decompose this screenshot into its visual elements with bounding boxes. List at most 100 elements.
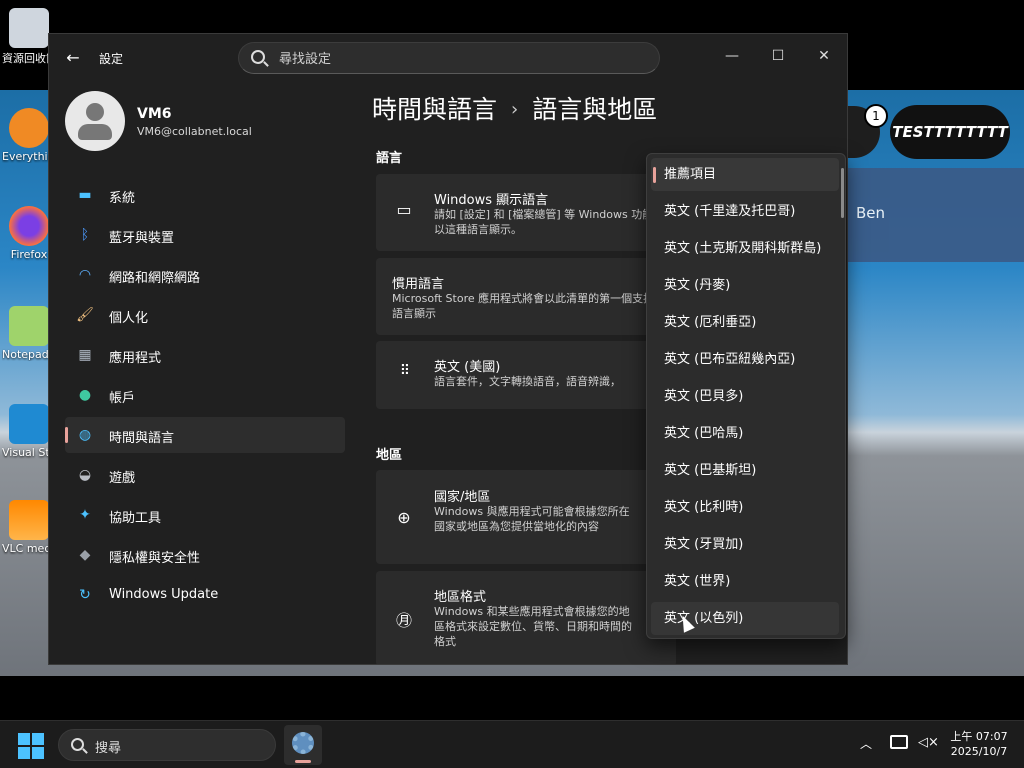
sidebar-item-1[interactable]: ᛒ 藍牙與裝置 [65,217,345,253]
country-region-desc: Windows 與應用程式可能會根據您所在國家或地區為您提供當地化的內容 [434,505,630,533]
running-indicator [295,760,311,763]
profile-email: VM6@collabnet.local [137,125,252,138]
settings-search[interactable] [238,42,660,74]
breadcrumb: 時間與語言 › 語言與地區 [372,90,657,126]
dropdown-option[interactable]: 英文 (丹麥) [651,269,839,302]
windows-logo-icon [18,733,30,745]
back-button[interactable]: ← [59,46,87,70]
gamepad-icon: ◒ [78,467,92,483]
update-icon: ↻ [79,587,91,603]
sidebar-item-label: 帳戶 [109,391,136,406]
sidebar-item-8[interactable]: ✦ 協助工具 [65,497,345,533]
sidebar-item-7[interactable]: ◒ 遊戲 [65,457,345,493]
recycle-bin-icon [9,8,49,48]
regional-format-desc: Windows 和某些應用程式會根據您的地區格式來設定數位、貨幣、日期和時間的格… [434,605,632,648]
breadcrumb-separator: › [511,99,519,120]
accessibility-icon: ✦ [79,507,91,523]
dropdown-scrollbar[interactable] [841,168,844,218]
ben-card[interactable]: Ben [846,168,1024,262]
preferred-languages-title: 慣用語言 [392,277,445,292]
clock-time: 上午 07:07 [950,730,1008,743]
drag-handle-icon[interactable]: ⠿ [394,363,414,379]
display-language-card[interactable]: ▭ Windows 顯示語言 請如 [設定] 和 [檔案總管] 等 Window… [376,174,676,251]
apps-icon: ▦ [78,347,92,363]
globe-icon: ⊕ [397,508,411,527]
avatar-head [86,103,104,121]
dropdown-option[interactable]: 英文 (土克斯及開科斯群島) [651,232,839,265]
sidebar-item-4[interactable]: ▦ 應用程式 [65,337,345,373]
everything-icon [9,108,49,148]
sidebar-item-label: 遊戲 [109,471,136,486]
dropdown-option[interactable]: 推薦項目 [651,158,839,191]
test-pill-label[interactable]: TESTTTTTTTT [890,105,1010,159]
sidebar-item-label: 系統 [109,191,136,206]
network-icon[interactable] [890,735,908,749]
regional-format-card[interactable]: ㊊ 地區格式 Windows 和某些應用程式會根據您的地區格式來設定數位、貨幣、… [376,571,676,664]
sidebar-nav: ▬ 系統 ᛒ 藍牙與裝置 ◠ 網路和網際網路 🖌 個人化 ▦ 應用程式 ● 帳戶 ◍ 時間與語言 ◒ 遊戲 ✦ 協… [65,177,345,617]
language-section-title: 語言 [376,151,403,166]
maximize-button[interactable]: ☐ [755,40,801,72]
sidebar-item-label: Windows Update [109,587,219,602]
language-english-us-title: 英文 (美國) [434,360,501,375]
gear-icon [292,732,314,754]
breadcrumb-parent[interactable]: 時間與語言 [372,95,497,124]
preferred-languages-desc: Microsoft Store 應用程式將會以此清單的第一個支援語言顯示 [392,292,655,320]
windows-logo-pane [18,747,30,759]
shield-icon: ◆ [79,547,91,563]
sidebar-item-2[interactable]: ◠ 網路和網際網路 [65,257,345,293]
taskbar: 搜尋 ︿ ◁× 上午 07:07 2025/10/7 [0,720,1024,768]
firefox-icon [9,206,49,246]
dropdown-option[interactable]: 英文 (牙買加) [651,528,839,561]
monitor-icon: ▬ [78,187,92,203]
vlc-icon [9,500,49,540]
start-button[interactable] [18,733,44,759]
settings-search-input[interactable] [279,49,639,69]
dropdown-option[interactable]: 英文 (巴布亞紐幾內亞) [651,343,839,376]
chevron-up-icon[interactable]: ︿ [860,735,872,752]
country-region-title: 國家/地區 [434,490,491,505]
regional-format-title: 地區格式 [434,590,487,605]
search-icon [71,738,84,751]
brush-icon: 🖌 [76,307,94,323]
sidebar-item-label: 應用程式 [109,351,162,366]
title-bar: ← 設定 — ☐ ✕ [49,34,847,82]
avatar-shoulders [78,124,112,140]
ben-label: Ben [856,204,886,222]
close-button[interactable]: ✕ [801,40,847,72]
dropdown-option[interactable]: 英文 (巴貝多) [651,380,839,413]
avatar[interactable] [65,91,125,151]
sidebar-item-9[interactable]: ◆ 隱私權與安全性 [65,537,345,573]
dropdown-option[interactable]: 英文 (千里達及托巴哥) [651,195,839,228]
dropdown-option[interactable]: 英文 (世界) [651,565,839,598]
profile-name: VM6 [137,106,172,122]
sidebar-item-10[interactable]: ↻ Windows Update [65,577,345,613]
breadcrumb-current: 語言與地區 [532,95,658,124]
windows-logo-pane [32,733,44,745]
dropdown-option[interactable]: 英文 (巴基斯坦) [651,454,839,487]
sidebar-item-label: 個人化 [109,311,149,326]
windows-logo-pane [32,747,44,759]
desktop-edge [0,676,1024,720]
arrow-left-icon: ← [66,48,80,67]
dropdown-option[interactable]: 英文 (巴哈馬) [651,417,839,450]
country-region-card[interactable]: ⊕ 國家/地區 Windows 與應用程式可能會根據您所在國家或地區為您提供當地… [376,470,676,564]
laptop-icon: ▭ [396,200,412,219]
minimize-button[interactable]: — [709,40,755,72]
sidebar-item-label: 時間與語言 [109,431,175,446]
region-section-title: 地區 [376,448,403,463]
taskbar-settings-app[interactable] [284,725,322,765]
sidebar-item-label: 隱私權與安全性 [109,551,201,566]
taskbar-search[interactable]: 搜尋 [58,729,276,761]
regional-format-icon: ㊊ [395,611,412,630]
dropdown-option[interactable]: 英文 (厄利垂亞) [651,306,839,339]
sidebar-item-5[interactable]: ● 帳戶 [65,377,345,413]
volume-muted-icon[interactable]: ◁× [918,735,939,750]
sidebar-item-label: 藍牙與裝置 [109,231,175,246]
sidebar-item-3[interactable]: 🖌 個人化 [65,297,345,333]
language-item-english-us[interactable]: ⠿ 英文 (美國) 語言套件，文字轉換語音，語音辨識， [376,341,676,409]
sidebar-item-6[interactable]: ◍ 時間與語言 [65,417,345,453]
country-region-dropdown[interactable]: 推薦項目英文 (千里達及托巴哥) 英文 (土克斯及開科斯群島) 英文 (丹麥) 英文 … [646,153,846,639]
sidebar-item-0[interactable]: ▬ 系統 [65,177,345,213]
clock[interactable]: 上午 07:07 2025/10/7 [944,729,1014,759]
dropdown-option[interactable]: 英文 (比利時) [651,491,839,524]
